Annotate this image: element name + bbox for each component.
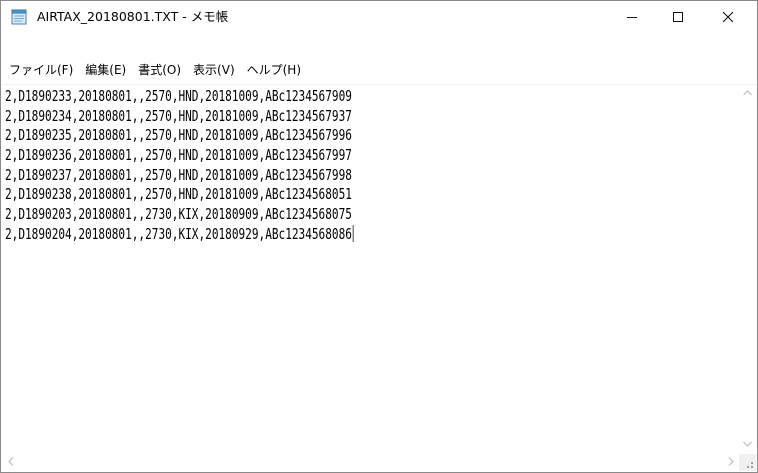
menu-format[interactable]: 書式(O)	[132, 60, 187, 80]
maximize-button[interactable]	[655, 1, 701, 33]
chevron-down-icon	[743, 440, 752, 450]
text-line: 2,D1890233,20180801,,2570,HND,20181009,A…	[5, 87, 352, 105]
menu-bar: ファイル(F) 編集(E) 書式(O) 表示(V) ヘルプ(H)	[1, 59, 757, 81]
chevron-up-icon	[743, 89, 752, 99]
text-line: 2,D1890235,20180801,,2570,HND,20181009,A…	[5, 126, 352, 145]
chevron-right-icon	[728, 456, 734, 469]
text-editor[interactable]: 2,D1890233,20180801,,2570,HND,20181009,A…	[2, 84, 756, 453]
text-line: 2,D1890234,20180801,,2570,HND,20181009,A…	[5, 106, 352, 125]
grip-dot	[751, 462, 753, 464]
resize-grip[interactable]	[739, 454, 756, 471]
vertical-scrollbar[interactable]	[739, 85, 756, 453]
scroll-right-arrow[interactable]	[722, 454, 739, 471]
maximize-icon	[672, 8, 684, 27]
minimize-icon	[626, 8, 638, 27]
text-line: 2,D1890204,20180801,,2730,KIX,20180929,A…	[5, 224, 352, 243]
grip-dot	[747, 466, 749, 468]
minimize-button[interactable]	[609, 1, 655, 33]
scroll-up-arrow[interactable]	[739, 85, 756, 102]
notepad-window: AIRTAX_20180801.TXT - メモ帳 ファイル(F) 編集(E) …	[0, 0, 758, 473]
horizontal-scrollbar[interactable]	[2, 454, 756, 471]
notepad-icon	[11, 9, 28, 25]
text-content[interactable]: 2,D1890233,20180801,,2570,HND,20181009,A…	[5, 87, 653, 453]
scroll-left-arrow[interactable]	[2, 454, 19, 471]
text-line: 2,D1890237,20180801,,2570,HND,20181009,A…	[5, 165, 352, 184]
scroll-down-arrow[interactable]	[739, 436, 756, 453]
close-button[interactable]	[705, 1, 751, 33]
last-text-line: 2,D1890204,20180801,,2730,KIX,20180929,A…	[5, 224, 653, 245]
close-icon	[722, 8, 734, 27]
text-line: 2,D1890238,20180801,,2570,HND,20181009,A…	[5, 185, 352, 204]
title-bar[interactable]: AIRTAX_20180801.TXT - メモ帳	[1, 1, 757, 33]
text-line: 2,D1890203,20180801,,2730,KIX,20180909,A…	[5, 205, 352, 224]
window-title: AIRTAX_20180801.TXT - メモ帳	[37, 9, 229, 24]
menu-help[interactable]: ヘルプ(H)	[241, 60, 307, 80]
menu-view[interactable]: 表示(V)	[187, 60, 241, 80]
menu-file[interactable]: ファイル(F)	[3, 60, 79, 80]
text-caret	[352, 224, 354, 242]
menu-edit[interactable]: 編集(E)	[79, 60, 132, 80]
text-line: 2,D1890236,20180801,,2570,HND,20181009,A…	[5, 146, 352, 165]
grip-dot	[751, 466, 753, 468]
chevron-left-icon	[7, 456, 14, 469]
